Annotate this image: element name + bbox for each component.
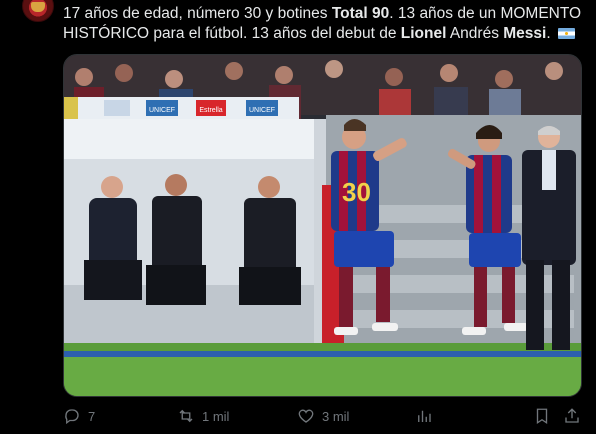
tweet-text-bold[interactable]: Lionel xyxy=(401,25,447,42)
tweet-photo[interactable]: UNICEF Estrella UNICEF 30 xyxy=(63,54,582,397)
retweet-icon xyxy=(179,409,193,423)
tweet-text-segment: Andrés xyxy=(446,25,504,42)
like-button[interactable]: 3 mil xyxy=(297,404,349,428)
author-avatar[interactable] xyxy=(22,0,54,22)
ad-board-text: UNICEF xyxy=(149,107,175,114)
photo-scene: UNICEF Estrella UNICEF 30 xyxy=(64,55,581,396)
tweet-text-segment: 17 años de edad, número 30 y botines xyxy=(63,5,332,22)
reply-button[interactable]: 7 xyxy=(63,404,95,428)
views-icon xyxy=(418,410,431,422)
argentina-flag-icon xyxy=(557,28,575,39)
reply-count: 7 xyxy=(88,408,96,424)
ad-board-text: Estrella xyxy=(199,107,222,114)
retweet-button[interactable]: 1 mil xyxy=(177,404,229,428)
bookmark-button[interactable] xyxy=(533,404,551,428)
retweet-count: 1 mil xyxy=(202,408,230,424)
ad-board-text: UNICEF xyxy=(249,107,275,114)
tweet-text: 17 años de edad, número 30 y botines Tot… xyxy=(63,4,583,44)
heart-icon xyxy=(298,409,314,423)
tweet-actions: 7 1 mil 3 mil xyxy=(63,404,583,430)
tweet-text-bold[interactable]: Total 90 xyxy=(332,5,389,22)
reply-icon xyxy=(65,409,79,425)
bookmark-icon xyxy=(536,408,548,425)
tweet-text-segment: . xyxy=(546,25,551,42)
views-button[interactable] xyxy=(415,404,440,428)
like-count: 3 mil xyxy=(322,408,350,424)
player-number: 30 xyxy=(342,177,371,207)
tweet-text-bold[interactable]: Messi xyxy=(503,25,546,42)
share-button[interactable] xyxy=(563,404,581,428)
crest-icon xyxy=(31,2,45,12)
share-icon xyxy=(565,408,579,423)
